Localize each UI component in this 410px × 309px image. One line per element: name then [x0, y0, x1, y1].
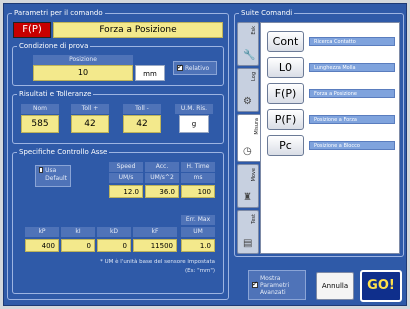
- command-name: Forza a Posizione: [99, 25, 177, 35]
- tolerance-plus-input[interactable]: 42: [71, 115, 109, 133]
- acc-input[interactable]: 36.0: [145, 185, 179, 198]
- kf-header: kF: [133, 227, 177, 237]
- speed-unit-label: UM/s: [109, 173, 143, 183]
- use-default-check-mark: [39, 167, 44, 173]
- command-list-sheet: Cont Ricerca Contatto L0 Lunghezza Molla…: [260, 22, 400, 254]
- relative-checkbox[interactable]: Relativo: [173, 61, 217, 75]
- tab-move[interactable]: Move ♜: [237, 164, 259, 208]
- speed-header: Speed: [109, 162, 143, 172]
- command-code: F(P): [22, 24, 42, 35]
- speed-input[interactable]: 12.0: [109, 185, 143, 198]
- test-conditions-title: Condizione di prova: [17, 42, 91, 50]
- show-advanced-check-mark: [252, 280, 258, 288]
- command-suite-panel: Suite Comandi Esk 🔧 Log ⚙ Misura ◷ Move …: [234, 9, 404, 257]
- use-default-label: Usa Default: [45, 167, 68, 182]
- position-header: Posizione: [33, 55, 133, 65]
- axis-control-group: Specifiche Controllo Asse Usa Default Sp…: [12, 148, 224, 294]
- command-parameters-title: Parametri per il comando: [12, 9, 105, 17]
- err-max-input[interactable]: 1.0: [181, 239, 215, 252]
- results-header-toll-plus: Toll +: [71, 104, 109, 114]
- show-advanced-label: Mostra Parametri Avanzati: [260, 274, 290, 296]
- fp-command-button[interactable]: F(P): [267, 83, 304, 104]
- command-parameters-panel: Parametri per il comando F(P) Forza a Po…: [7, 9, 229, 300]
- pc-command-desc: Posizione a Blocco: [309, 141, 395, 150]
- position-unit-select[interactable]: mm: [135, 65, 165, 81]
- ki-header: kI: [61, 227, 95, 237]
- tab-log-label: Log: [251, 72, 257, 81]
- unit-note-example: (Es: "mm"): [184, 268, 215, 274]
- l0-command-button[interactable]: L0: [267, 57, 304, 78]
- pc-command-button[interactable]: Pc: [267, 135, 304, 156]
- l0-command-desc: Lunghezza Molla: [309, 63, 395, 72]
- results-header-nom: Nom: [21, 104, 59, 114]
- tab-test[interactable]: Test ▤: [237, 210, 259, 254]
- nominal-value-input[interactable]: 585: [21, 115, 59, 133]
- hold-time-header: H. Time: [181, 162, 215, 172]
- relative-label: Relativo: [185, 64, 210, 72]
- show-advanced-checkbox[interactable]: Mostra Parametri Avanzati: [248, 270, 306, 300]
- cont-command-button[interactable]: Cont: [267, 31, 304, 52]
- test-conditions-group: Condizione di prova Posizione 10 mm Rela…: [12, 42, 224, 86]
- acc-header: Acc.: [145, 162, 179, 172]
- kd-header: kD: [97, 227, 131, 237]
- pf-command-button[interactable]: P(F): [267, 109, 304, 130]
- gauge-icon: ◷: [243, 146, 252, 157]
- cont-command-desc: Ricerca Contatto: [309, 37, 395, 46]
- tab-esk-label: Esk: [251, 26, 257, 35]
- main-window: Parametri per il comando F(P) Forza a Po…: [3, 3, 407, 306]
- hold-time-unit-label: ms: [181, 173, 215, 183]
- ki-input[interactable]: 0: [61, 239, 95, 252]
- err-unit-header: UM: [181, 227, 215, 237]
- hold-time-input[interactable]: 100: [181, 185, 215, 198]
- tolerance-minus-input[interactable]: 42: [123, 115, 161, 133]
- tab-misura[interactable]: Misura ◷: [237, 114, 261, 162]
- pf-command-desc: Posizione a Forza: [309, 115, 395, 124]
- tab-move-label: Move: [251, 168, 257, 182]
- use-default-checkbox[interactable]: Usa Default: [35, 165, 71, 187]
- fixture-icon: ▤: [243, 238, 253, 249]
- err-max-header: Err. Max: [181, 215, 215, 225]
- wrench-icon: 🔧: [243, 50, 256, 61]
- results-header-unit: U.M. Ris.: [175, 104, 213, 114]
- kp-input[interactable]: 400: [25, 239, 59, 252]
- acc-unit-label: UM/s^2: [145, 173, 179, 183]
- axis-control-title: Specifiche Controllo Asse: [17, 148, 110, 156]
- tab-test-label: Test: [251, 214, 257, 224]
- kp-header: kP: [25, 227, 59, 237]
- tab-esk[interactable]: Esk 🔧: [237, 22, 259, 66]
- unit-note: * UM è l'unità base del sensore impostat…: [100, 259, 215, 265]
- command-suite-title: Suite Comandi: [239, 9, 295, 17]
- relative-check-mark: [177, 63, 183, 71]
- kd-input[interactable]: 0: [97, 239, 131, 252]
- results-title: Risultati e Tolleranze: [17, 90, 94, 98]
- actuator-icon: ♜: [243, 192, 252, 203]
- tab-log[interactable]: Log ⚙: [237, 68, 259, 112]
- command-name-field: Forza a Posizione: [53, 22, 223, 38]
- result-unit-select[interactable]: g: [179, 115, 209, 133]
- go-button[interactable]: GO!: [360, 270, 402, 302]
- results-group: Risultati e Tolleranze Nom Toll + Toll -…: [12, 90, 224, 144]
- position-input[interactable]: 10: [33, 65, 133, 81]
- kf-input[interactable]: 11500: [133, 239, 177, 252]
- fp-command-desc: Forza a Posizione: [309, 89, 395, 98]
- cancel-button[interactable]: Annulla: [316, 272, 354, 300]
- gear-icon: ⚙: [243, 96, 252, 107]
- command-code-badge: F(P): [13, 22, 51, 38]
- results-header-toll-minus: Toll -: [123, 104, 161, 114]
